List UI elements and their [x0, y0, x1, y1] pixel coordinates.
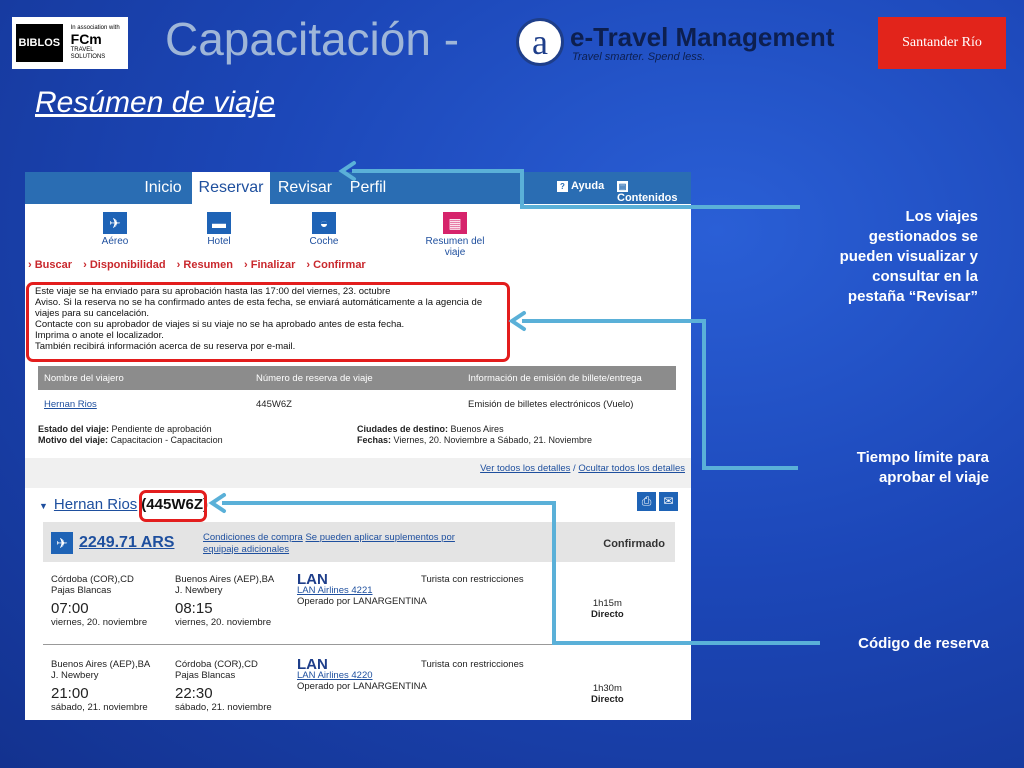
arrow-codigo — [222, 501, 820, 645]
callout-tiempo: Tiempo límite para aprobar el viaje — [856, 449, 989, 486]
arrow-tiempo — [522, 319, 798, 470]
arrow-revisar — [352, 169, 800, 209]
callout-codigo: Código de reserva — [858, 635, 989, 652]
callout-revisar: Los viajes gestionados se pueden visuali… — [839, 208, 978, 305]
